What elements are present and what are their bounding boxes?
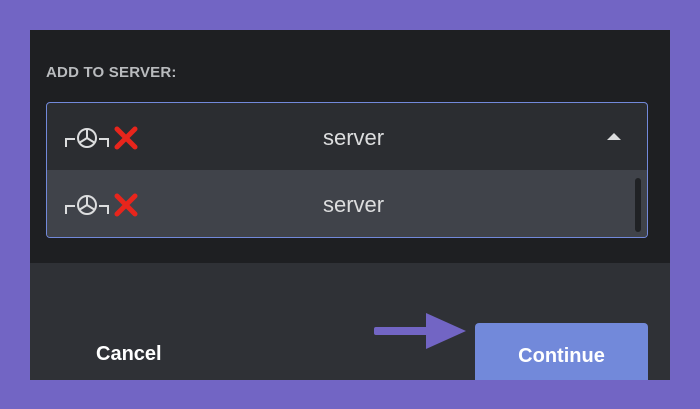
red-x-icon [114,193,138,217]
server-icon [65,128,109,148]
selected-server[interactable]: server [47,103,647,170]
server-icons [63,190,139,220]
add-bot-dialog: ADD TO SERVER: server server Cancel Cont… [30,30,670,380]
red-x-icon [114,126,138,150]
chevron-up-icon[interactable] [607,133,621,140]
arrow-right-icon [374,313,466,349]
server-select-dropdown[interactable]: server server [46,102,648,238]
dialog-footer: Cancel Continue [30,263,670,380]
continue-button[interactable]: Continue [475,323,648,380]
dropdown-scrollbar[interactable] [635,178,641,232]
server-icon [65,195,109,215]
server-icons [63,123,139,153]
server-option[interactable]: server [47,170,647,237]
server-option-label: server [323,192,385,217]
cancel-button[interactable]: Cancel [96,343,162,366]
selected-server-label: server [323,125,385,150]
section-label: ADD TO SERVER: [46,64,177,81]
server-select-section: ADD TO SERVER: server server [30,30,670,263]
